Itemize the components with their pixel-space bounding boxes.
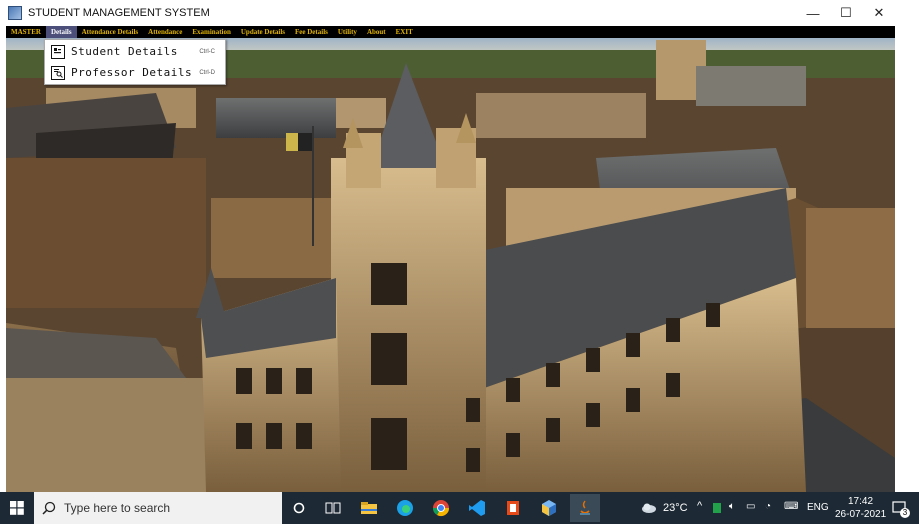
window-title: STUDENT MANAGEMENT SYSTEM <box>28 7 210 19</box>
clock-time[interactable]: 17:42 <box>848 496 873 507</box>
background-image <box>6 38 895 492</box>
weather-temperature[interactable]: 23°C <box>663 502 688 514</box>
vscode-icon[interactable] <box>464 496 490 520</box>
file-explorer-icon[interactable] <box>356 496 382 520</box>
3d-viewer-icon[interactable] <box>536 496 562 520</box>
taskbar-search-box[interactable]: Type here to search <box>34 492 282 524</box>
close-button[interactable]: ✕ <box>862 0 896 26</box>
security-shield-icon[interactable] <box>712 502 722 514</box>
chrome-icon[interactable] <box>428 496 454 520</box>
search-placeholder: Type here to search <box>64 501 171 515</box>
menu-about[interactable]: About <box>362 26 391 38</box>
battery-icon[interactable]: ▭ <box>746 501 755 512</box>
office-icon[interactable] <box>500 496 526 520</box>
title-bar: STUDENT MANAGEMENT SYSTEM — ☐ ✕ <box>0 0 919 26</box>
student-details-label: Student Details <box>71 45 178 58</box>
professor-details-label: Professor Details <box>71 66 193 79</box>
menu-details[interactable]: Details <box>45 26 77 38</box>
cortana-icon[interactable] <box>286 496 312 520</box>
details-dropdown-menu: Student Details Ctrl-C Professor Details… <box>44 39 226 85</box>
menu-exit[interactable]: EXIT <box>391 26 418 38</box>
language-indicator[interactable]: ENG <box>807 502 829 513</box>
menu-utility[interactable]: Utility <box>333 26 362 38</box>
menu-examination[interactable]: Examination <box>187 26 236 38</box>
menu-attendance-details[interactable]: Attendance Details <box>77 26 144 38</box>
maximize-button[interactable]: ☐ <box>829 0 863 26</box>
windows-logo-icon <box>10 501 24 515</box>
notification-center-button[interactable]: 3 <box>892 500 910 518</box>
search-icon <box>42 501 56 515</box>
taskbar: Type here to search 23°C ^ 🔈︎ ▭ ◔ ⌨ ENG … <box>0 492 919 524</box>
tray-chevron-up-icon[interactable]: ^ <box>697 500 702 512</box>
menu-update-details[interactable]: Update Details <box>236 26 290 38</box>
wifi-icon[interactable]: ◔ <box>765 501 771 512</box>
menu-bar: MASTER Details Attendance Details Attend… <box>6 26 895 38</box>
id-card-icon <box>51 44 65 59</box>
keyboard-icon[interactable]: ⌨ <box>784 501 798 512</box>
document-search-icon <box>51 65 65 80</box>
student-details-shortcut: Ctrl-C <box>199 48 215 55</box>
weather-cloud-icon[interactable] <box>641 502 657 514</box>
menu-attendance[interactable]: Attendance <box>143 26 187 38</box>
menu-fee-details[interactable]: Fee Details <box>290 26 333 38</box>
app-icon <box>8 6 22 20</box>
edge-icon[interactable] <box>392 496 418 520</box>
college-photo <box>6 38 895 492</box>
menu-item-professor-details[interactable]: Professor Details Ctrl-D <box>45 62 225 83</box>
volume-icon[interactable]: 🔈︎ <box>729 501 735 512</box>
java-app-icon[interactable] <box>570 494 600 522</box>
menu-item-student-details[interactable]: Student Details Ctrl-C <box>45 41 225 62</box>
professor-details-shortcut: Ctrl-D <box>199 69 215 76</box>
start-button[interactable] <box>0 492 34 524</box>
task-view-icon[interactable] <box>320 496 346 520</box>
notification-count-badge: 3 <box>900 508 910 518</box>
minimize-button[interactable]: — <box>796 0 830 26</box>
menu-master[interactable]: MASTER <box>6 26 46 38</box>
clock-date[interactable]: 26-07-2021 <box>835 509 886 520</box>
